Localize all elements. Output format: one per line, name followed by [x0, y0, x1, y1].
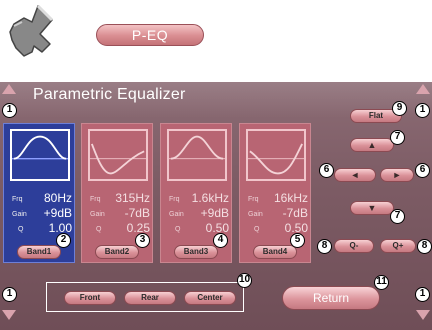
callout-band1: 2: [56, 233, 71, 248]
freq-value: 80Hz: [43, 191, 72, 205]
freq-label: Frq: [169, 196, 180, 203]
callout-flat: 9: [392, 101, 407, 116]
scroll-up-right-icon[interactable]: [416, 84, 430, 94]
center-button[interactable]: Center: [184, 291, 236, 305]
callout-down: 7: [390, 209, 405, 224]
callout-left: 6: [319, 163, 334, 178]
callout-speakers: 10: [237, 273, 252, 288]
root: P-EQ 1 1 Parametric Equalizer Frq 80Hz G…: [0, 0, 432, 330]
q-label: Q: [96, 226, 102, 233]
front-button[interactable]: Front: [64, 291, 116, 305]
rear-button[interactable]: Rear: [124, 291, 176, 305]
callout-up: 7: [390, 130, 405, 145]
q-label: Q: [175, 226, 181, 233]
freq-label: Frq: [90, 196, 101, 203]
callout-band3: 4: [213, 233, 228, 248]
gain-label: Gain: [12, 211, 27, 218]
q-minus-button[interactable]: Q-: [334, 239, 374, 253]
scroll-up-left-icon[interactable]: [2, 84, 16, 94]
band2-button[interactable]: Band2: [95, 245, 139, 259]
return-button[interactable]: Return: [282, 286, 380, 310]
callout-q-plus: 8: [417, 239, 432, 254]
right-button[interactable]: ►: [380, 168, 414, 182]
band1-button[interactable]: Band1: [17, 245, 61, 259]
freq-label: Frq: [248, 196, 259, 203]
callout-scroll-bottom-left: 1: [2, 287, 17, 302]
scroll-down-right-icon[interactable]: [416, 310, 430, 320]
hand-pointer-icon: [9, 4, 54, 57]
gain-value: -7dB: [124, 206, 150, 220]
q-label: Q: [18, 226, 24, 233]
left-button[interactable]: ◄: [334, 168, 376, 182]
eq-curve-graph: [88, 129, 148, 181]
band4-button[interactable]: Band4: [253, 245, 297, 259]
callout-band4: 5: [290, 233, 305, 248]
q-plus-button[interactable]: Q+: [380, 239, 416, 253]
freq-value: 16kHz: [273, 191, 308, 205]
callout-right: 6: [415, 163, 430, 178]
callout-scroll-top-left: 1: [2, 103, 17, 118]
mode-pill[interactable]: P-EQ: [96, 24, 204, 46]
equalizer-screen: 1 1 Parametric Equalizer Frq 80Hz Gain +…: [0, 82, 432, 330]
eq-curve-graph: [167, 129, 227, 181]
down-button[interactable]: ▼: [350, 201, 394, 215]
eq-curve-graph: [10, 129, 70, 181]
gain-value: -7dB: [282, 206, 308, 220]
callout-band2: 3: [135, 233, 150, 248]
freq-value: 1.6kHz: [191, 191, 229, 205]
callout-q-minus: 8: [317, 239, 332, 254]
freq-value: 315Hz: [115, 191, 150, 205]
eq-curve-graph: [246, 129, 306, 181]
gain-value: +9dB: [200, 206, 229, 220]
up-button[interactable]: ▲: [350, 138, 394, 152]
band3-button[interactable]: Band3: [174, 245, 218, 259]
callout-scroll-bottom-right: 1: [415, 287, 430, 302]
q-label: Q: [254, 226, 260, 233]
page-title: Parametric Equalizer: [33, 86, 186, 103]
scroll-down-left-icon[interactable]: [2, 310, 16, 320]
gain-value: +9dB: [43, 206, 72, 220]
freq-label: Frq: [12, 196, 23, 203]
callout-scroll-top-right: 1: [415, 103, 430, 118]
callout-return: 11: [374, 275, 389, 290]
